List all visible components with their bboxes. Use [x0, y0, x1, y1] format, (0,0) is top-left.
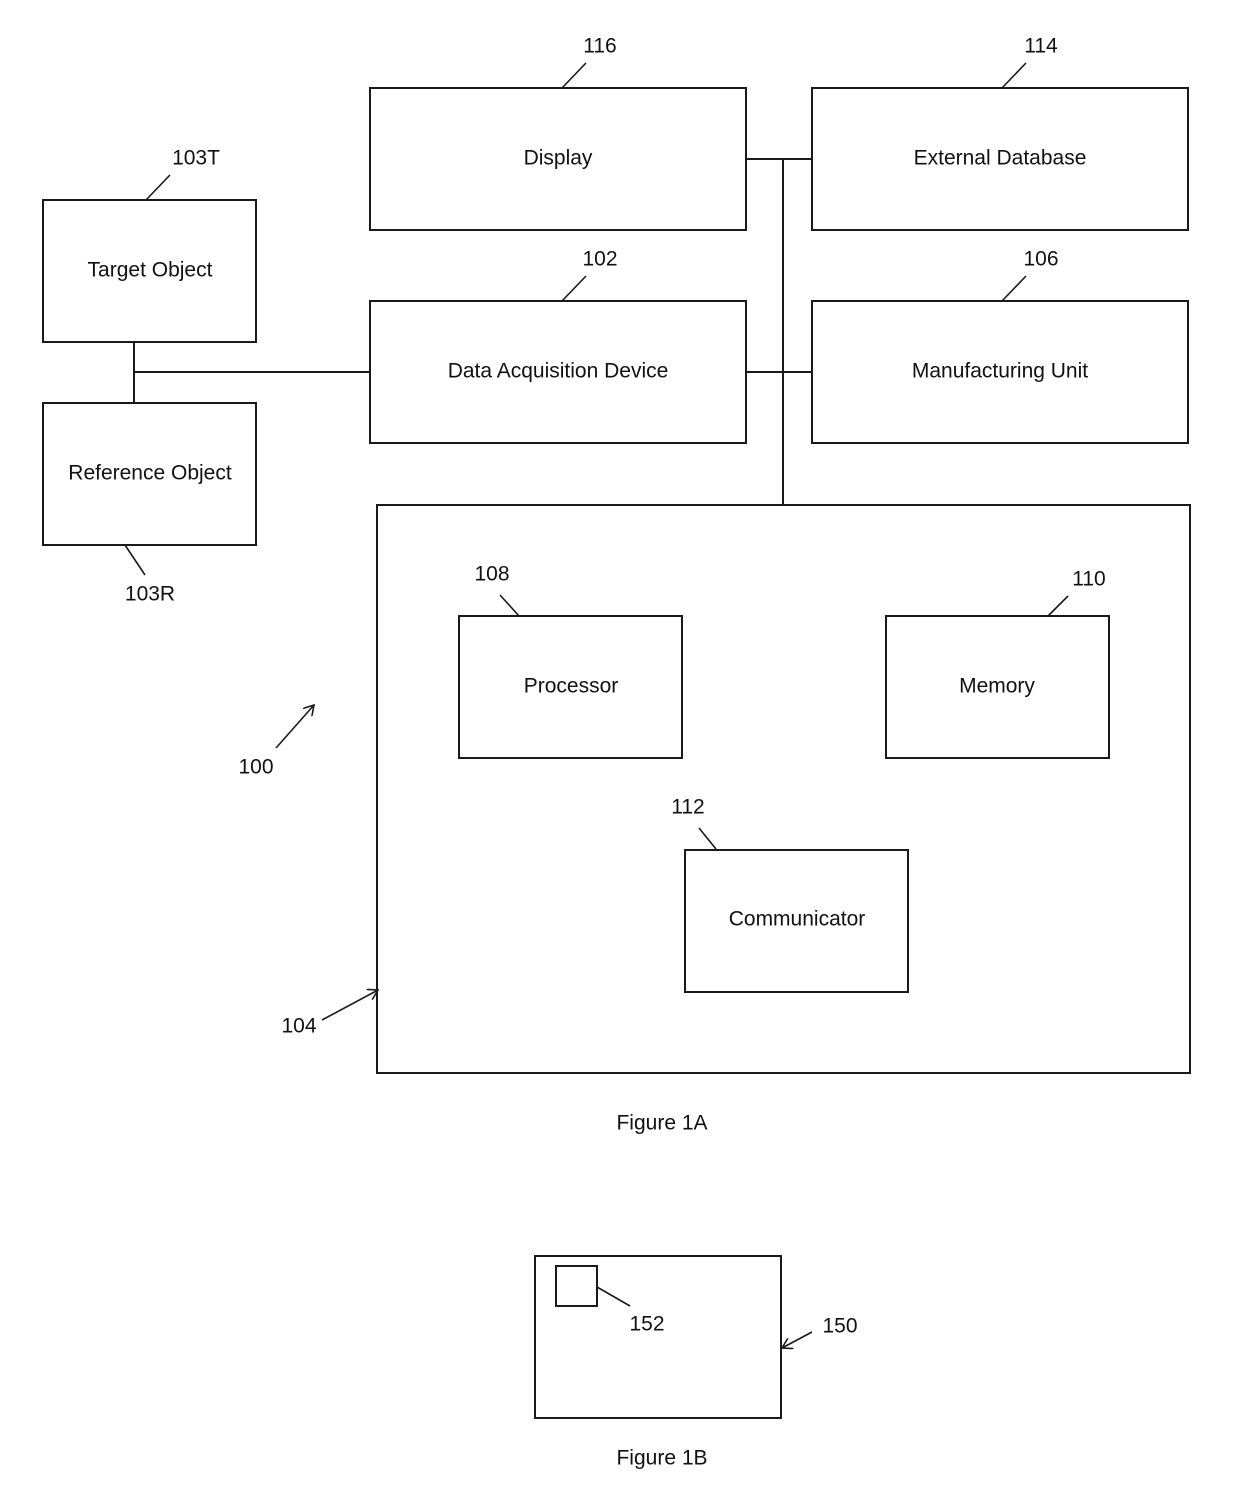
external-database-block: External Database 114: [811, 35, 1189, 231]
figure-1b-caption: Figure 1B: [616, 1447, 707, 1470]
data-acquisition-device-label: Data Acquisition Device: [448, 360, 669, 383]
figure-1a-caption: Figure 1A: [616, 1112, 707, 1135]
external-database-ref: 114: [1024, 35, 1058, 58]
reference-object-block: Reference Object 103R: [42, 402, 257, 606]
display-ref: 116: [583, 35, 616, 58]
communicator-ref: 112: [671, 796, 704, 819]
manufacturing-unit-ref: 106: [1023, 248, 1058, 271]
figure-1b-outer-ref: 150: [822, 1315, 857, 1338]
system-ref-group: 100: [238, 705, 314, 779]
data-acquisition-device-ref: 102: [582, 248, 617, 271]
manufacturing-unit-leader: [1001, 275, 1027, 302]
processor-label: Processor: [524, 675, 619, 698]
target-object-ref: 103T: [172, 147, 220, 170]
display-leader: [561, 62, 587, 89]
external-database-leader: [1001, 62, 1027, 89]
target-object-leader: [145, 174, 171, 201]
system-arrow: [275, 705, 314, 749]
data-acquisition-device-leader: [561, 275, 587, 302]
memory-label: Memory: [959, 675, 1035, 698]
communicator-label: Communicator: [729, 908, 866, 931]
figure-1b: 152 150 Figure 1B: [534, 1255, 858, 1470]
display-block: Display 116: [369, 35, 747, 231]
memory-ref: 110: [1072, 568, 1105, 591]
figure-1b-inner-ref: 152: [629, 1313, 664, 1336]
external-database-label: External Database: [914, 147, 1087, 170]
patent-diagram: Display 116 External Database 114 Target…: [42, 35, 1191, 1470]
system-ref: 100: [238, 756, 273, 779]
target-object-block: Target Object 103T: [42, 147, 257, 343]
manufacturing-unit-block: Manufacturing Unit 106: [811, 248, 1189, 444]
computing-device-ref: 104: [281, 1015, 316, 1038]
target-object-label: Target Object: [88, 259, 213, 282]
processor-ref: 108: [474, 563, 509, 586]
reference-object-label: Reference Object: [68, 462, 232, 485]
computing-device-arrow: [321, 990, 378, 1021]
reference-object-ref: 103R: [125, 583, 175, 606]
data-acquisition-device-block: Data Acquisition Device 102: [369, 248, 747, 444]
manufacturing-unit-label: Manufacturing Unit: [912, 360, 1088, 383]
figure-1b-outer-arrow: [782, 1331, 813, 1348]
reference-object-leader: [124, 544, 146, 576]
display-label: Display: [524, 147, 593, 170]
figure-1b-inner-box: [555, 1265, 598, 1307]
